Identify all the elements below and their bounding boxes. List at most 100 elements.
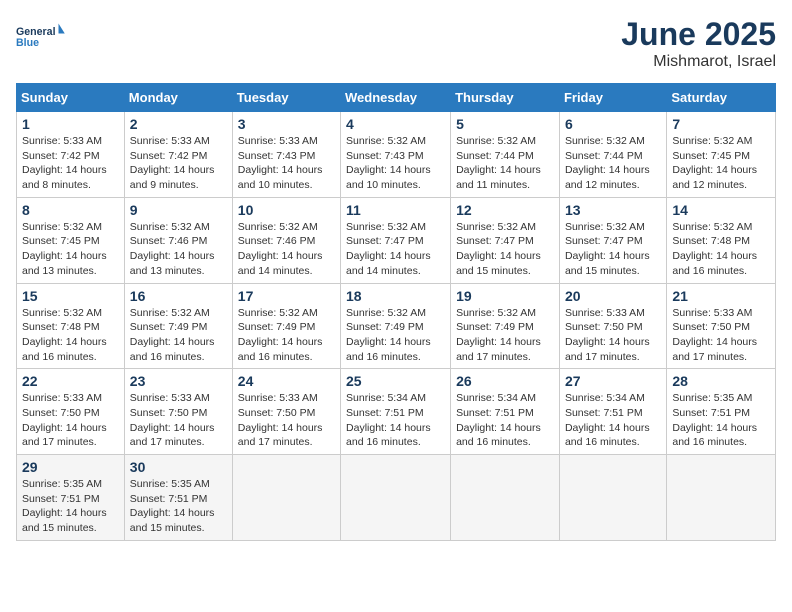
table-row: 4 Sunrise: 5:32 AMSunset: 7:43 PMDayligh… [341,112,451,198]
day-info: Sunrise: 5:35 AMSunset: 7:51 PMDaylight:… [672,392,757,448]
day-info: Sunrise: 5:32 AMSunset: 7:49 PMDaylight:… [456,307,541,363]
day-number: 10 [238,202,335,218]
day-number: 29 [22,459,119,475]
table-row: 20 Sunrise: 5:33 AMSunset: 7:50 PMDaylig… [559,283,666,369]
table-row [667,455,776,541]
day-info: Sunrise: 5:32 AMSunset: 7:49 PMDaylight:… [238,307,323,363]
day-info: Sunrise: 5:32 AMSunset: 7:46 PMDaylight:… [130,221,215,277]
table-row: 18 Sunrise: 5:32 AMSunset: 7:49 PMDaylig… [341,283,451,369]
table-row [559,455,666,541]
day-number: 11 [346,202,445,218]
table-row: 2 Sunrise: 5:33 AMSunset: 7:42 PMDayligh… [124,112,232,198]
day-number: 17 [238,288,335,304]
day-info: Sunrise: 5:33 AMSunset: 7:42 PMDaylight:… [22,135,107,191]
day-number: 27 [565,373,661,389]
table-row: 21 Sunrise: 5:33 AMSunset: 7:50 PMDaylig… [667,283,776,369]
month-title: June 2025 [621,16,776,53]
day-info: Sunrise: 5:32 AMSunset: 7:44 PMDaylight:… [565,135,650,191]
day-number: 3 [238,116,335,132]
location: Mishmarot, Israel [621,53,776,71]
svg-text:Blue: Blue [16,37,39,49]
day-info: Sunrise: 5:32 AMSunset: 7:47 PMDaylight:… [456,221,541,277]
table-row: 14 Sunrise: 5:32 AMSunset: 7:48 PMDaylig… [667,197,776,283]
day-info: Sunrise: 5:34 AMSunset: 7:51 PMDaylight:… [456,392,541,448]
logo: General Blue [16,16,66,56]
day-number: 16 [130,288,227,304]
table-row: 11 Sunrise: 5:32 AMSunset: 7:47 PMDaylig… [341,197,451,283]
table-row: 19 Sunrise: 5:32 AMSunset: 7:49 PMDaylig… [451,283,560,369]
svg-text:General: General [16,26,56,38]
day-info: Sunrise: 5:34 AMSunset: 7:51 PMDaylight:… [346,392,431,448]
day-info: Sunrise: 5:33 AMSunset: 7:50 PMDaylight:… [130,392,215,448]
day-number: 23 [130,373,227,389]
table-row: 10 Sunrise: 5:32 AMSunset: 7:46 PMDaylig… [232,197,340,283]
day-info: Sunrise: 5:32 AMSunset: 7:47 PMDaylight:… [565,221,650,277]
day-info: Sunrise: 5:33 AMSunset: 7:42 PMDaylight:… [130,135,215,191]
day-number: 14 [672,202,770,218]
day-number: 18 [346,288,445,304]
day-number: 13 [565,202,661,218]
table-row: 9 Sunrise: 5:32 AMSunset: 7:46 PMDayligh… [124,197,232,283]
table-row: 15 Sunrise: 5:32 AMSunset: 7:48 PMDaylig… [17,283,125,369]
table-row: 12 Sunrise: 5:32 AMSunset: 7:47 PMDaylig… [451,197,560,283]
header-row: Sunday Monday Tuesday Wednesday Thursday… [17,84,776,112]
calendar-row: 22 Sunrise: 5:33 AMSunset: 7:50 PMDaylig… [17,369,776,455]
table-row: 7 Sunrise: 5:32 AMSunset: 7:45 PMDayligh… [667,112,776,198]
col-sunday: Sunday [17,84,125,112]
day-number: 22 [22,373,119,389]
table-row [341,455,451,541]
table-row: 24 Sunrise: 5:33 AMSunset: 7:50 PMDaylig… [232,369,340,455]
day-number: 20 [565,288,661,304]
table-row: 29 Sunrise: 5:35 AMSunset: 7:51 PMDaylig… [17,455,125,541]
page-header: General Blue June 2025 Mishmarot, Israel [16,16,776,71]
col-friday: Friday [559,84,666,112]
table-row: 3 Sunrise: 5:33 AMSunset: 7:43 PMDayligh… [232,112,340,198]
day-info: Sunrise: 5:32 AMSunset: 7:48 PMDaylight:… [672,221,757,277]
day-info: Sunrise: 5:32 AMSunset: 7:49 PMDaylight:… [346,307,431,363]
day-number: 21 [672,288,770,304]
day-info: Sunrise: 5:33 AMSunset: 7:50 PMDaylight:… [22,392,107,448]
table-row: 1 Sunrise: 5:33 AMSunset: 7:42 PMDayligh… [17,112,125,198]
table-row [232,455,340,541]
day-number: 4 [346,116,445,132]
table-row: 25 Sunrise: 5:34 AMSunset: 7:51 PMDaylig… [341,369,451,455]
col-tuesday: Tuesday [232,84,340,112]
day-number: 30 [130,459,227,475]
day-number: 26 [456,373,554,389]
calendar-table: Sunday Monday Tuesday Wednesday Thursday… [16,83,776,541]
calendar-row: 29 Sunrise: 5:35 AMSunset: 7:51 PMDaylig… [17,455,776,541]
day-info: Sunrise: 5:32 AMSunset: 7:43 PMDaylight:… [346,135,431,191]
day-info: Sunrise: 5:33 AMSunset: 7:50 PMDaylight:… [238,392,323,448]
title-area: June 2025 Mishmarot, Israel [621,16,776,71]
day-number: 7 [672,116,770,132]
day-number: 8 [22,202,119,218]
day-info: Sunrise: 5:32 AMSunset: 7:45 PMDaylight:… [672,135,757,191]
day-number: 28 [672,373,770,389]
day-info: Sunrise: 5:32 AMSunset: 7:46 PMDaylight:… [238,221,323,277]
day-number: 15 [22,288,119,304]
table-row: 26 Sunrise: 5:34 AMSunset: 7:51 PMDaylig… [451,369,560,455]
table-row: 30 Sunrise: 5:35 AMSunset: 7:51 PMDaylig… [124,455,232,541]
day-number: 5 [456,116,554,132]
day-info: Sunrise: 5:33 AMSunset: 7:50 PMDaylight:… [672,307,757,363]
day-info: Sunrise: 5:35 AMSunset: 7:51 PMDaylight:… [22,478,107,534]
day-info: Sunrise: 5:35 AMSunset: 7:51 PMDaylight:… [130,478,215,534]
day-info: Sunrise: 5:34 AMSunset: 7:51 PMDaylight:… [565,392,650,448]
day-number: 9 [130,202,227,218]
day-info: Sunrise: 5:32 AMSunset: 7:44 PMDaylight:… [456,135,541,191]
day-number: 19 [456,288,554,304]
col-thursday: Thursday [451,84,560,112]
table-row: 27 Sunrise: 5:34 AMSunset: 7:51 PMDaylig… [559,369,666,455]
day-info: Sunrise: 5:33 AMSunset: 7:43 PMDaylight:… [238,135,323,191]
table-row [451,455,560,541]
table-row: 5 Sunrise: 5:32 AMSunset: 7:44 PMDayligh… [451,112,560,198]
table-row: 13 Sunrise: 5:32 AMSunset: 7:47 PMDaylig… [559,197,666,283]
table-row: 28 Sunrise: 5:35 AMSunset: 7:51 PMDaylig… [667,369,776,455]
day-info: Sunrise: 5:32 AMSunset: 7:48 PMDaylight:… [22,307,107,363]
calendar-row: 8 Sunrise: 5:32 AMSunset: 7:45 PMDayligh… [17,197,776,283]
day-number: 25 [346,373,445,389]
col-saturday: Saturday [667,84,776,112]
day-info: Sunrise: 5:33 AMSunset: 7:50 PMDaylight:… [565,307,650,363]
table-row: 22 Sunrise: 5:33 AMSunset: 7:50 PMDaylig… [17,369,125,455]
table-row: 16 Sunrise: 5:32 AMSunset: 7:49 PMDaylig… [124,283,232,369]
